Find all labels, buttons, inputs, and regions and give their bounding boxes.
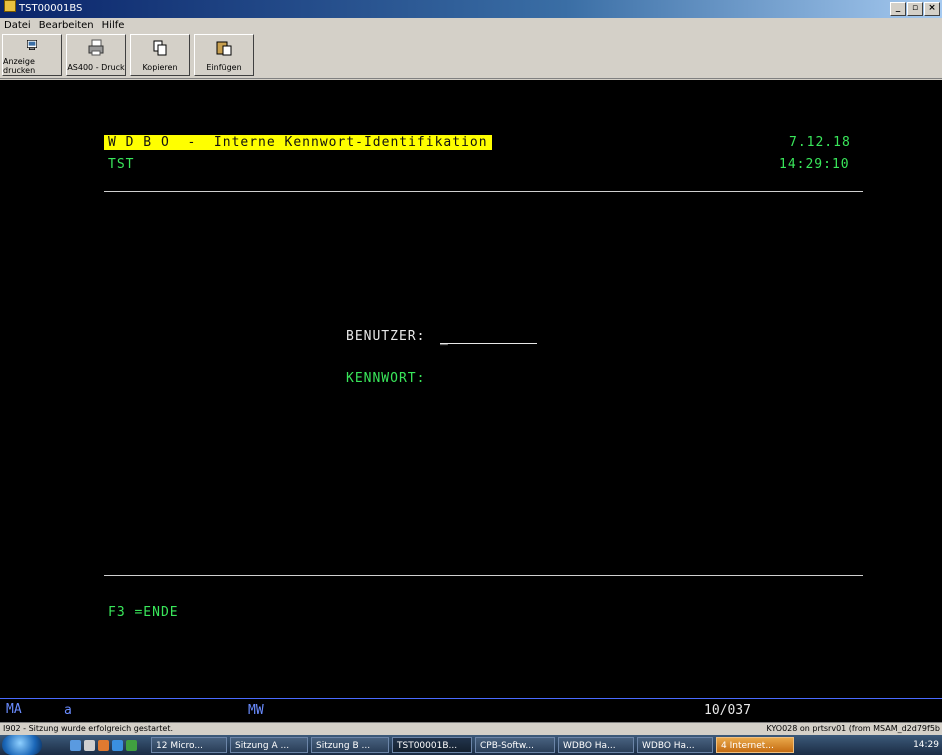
minimize-button[interactable]: _ [890, 2, 906, 16]
menu-bar: Datei Bearbeiten Hilfe [0, 18, 942, 34]
start-button[interactable] [2, 735, 42, 755]
as400-print-button[interactable]: AS400 - Druck [66, 34, 126, 76]
copy-icon [153, 40, 167, 56]
taskbar: 12 Micro... Sitzung A ... Sitzung B ... … [0, 735, 942, 755]
print-screen-button[interactable]: Anzeige drucken [2, 34, 62, 76]
task-wdbo-2[interactable]: WDBO Ha... [637, 737, 713, 753]
terminal-screen[interactable]: W D B O - Interne Kennwort-Identifikatio… [0, 80, 942, 698]
task-sitzung-a[interactable]: Sitzung A ... [230, 737, 308, 753]
status-ma: MA [6, 702, 22, 717]
password-input-field[interactable] [440, 371, 537, 387]
status-message: I902 - Sitzung wurde erfolgreich gestart… [3, 724, 174, 733]
toolbar: Anzeige drucken AS400 - Druck Kopieren E… [0, 34, 942, 79]
task-micro[interactable]: 12 Micro... [151, 737, 227, 753]
cursor-position: 10/037 [704, 703, 751, 718]
menu-bearbeiten[interactable]: Bearbeiten [35, 18, 98, 34]
top-divider [104, 191, 863, 192]
menu-hilfe[interactable]: Hilfe [98, 18, 129, 34]
printer-info: KYO028 on prtsrv01 (from MSAM_d2d79f5b [766, 724, 940, 733]
print-screen-icon [27, 40, 37, 50]
window-title: TST00001BS [19, 3, 83, 14]
task-internet[interactable]: 4 Internet... [716, 737, 794, 753]
copy-button[interactable]: Kopieren [130, 34, 190, 76]
status-a: a [64, 703, 72, 718]
user-label: BENUTZER: [346, 329, 426, 344]
outlook-icon[interactable] [98, 739, 109, 751]
paste-icon [216, 41, 232, 56]
menu-datei[interactable]: Datei [0, 18, 35, 34]
message-bar: I902 - Sitzung wurde erfolgreich gestart… [0, 722, 942, 735]
user-input-field[interactable] [440, 343, 537, 344]
f3-exit-key[interactable]: F3 =ENDE [108, 605, 179, 620]
internet-explorer-icon[interactable] [112, 739, 123, 751]
task-wdbo-1[interactable]: WDBO Ha... [558, 737, 634, 753]
quick-launch [70, 739, 137, 751]
explorer-icon[interactable] [84, 739, 95, 751]
screen-time: 14:29:10 [779, 157, 850, 172]
window-title-bar: TST00001BS _ ▫ × [0, 0, 942, 18]
task-sitzung-b[interactable]: Sitzung B ... [311, 737, 389, 753]
task-cpb[interactable]: CPB-Softw... [475, 737, 555, 753]
maximize-button[interactable]: ▫ [907, 2, 923, 16]
bottom-divider [104, 575, 863, 576]
password-label: KENNWORT: [346, 371, 426, 386]
close-button[interactable]: × [924, 2, 940, 16]
screen-date: 7.12.18 [789, 135, 851, 150]
screen-title: W D B O - Interne Kennwort-Identifikatio… [104, 135, 492, 150]
task-tst[interactable]: TST00001B... [392, 737, 472, 753]
paste-button[interactable]: Einfügen [194, 34, 254, 76]
status-mw: MW [248, 703, 264, 718]
system-name: TST [108, 157, 135, 172]
terminal-status-row: MA a MW 10/037 [0, 698, 942, 723]
printer-icon [88, 39, 104, 56]
desktop-icon[interactable] [70, 739, 81, 751]
app-icon [4, 0, 16, 12]
app-quicklaunch-icon[interactable] [126, 739, 137, 751]
system-tray-clock[interactable]: 14:29 [913, 740, 942, 750]
